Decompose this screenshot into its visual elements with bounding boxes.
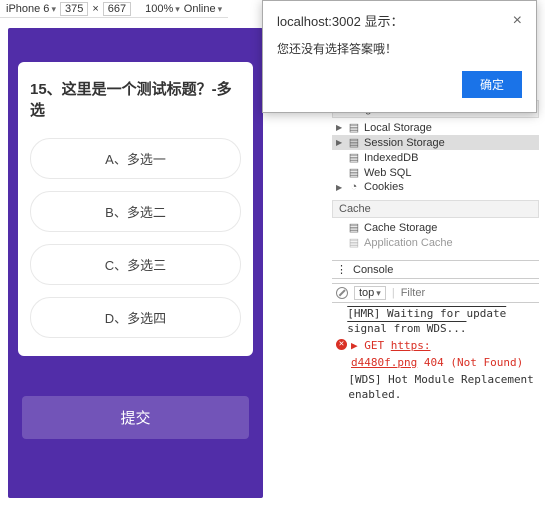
alert-message: 您还没有选择答案哦！ [263,34,536,71]
device-toolbar: iPhone 6 375 × 667 100% Online [0,0,228,18]
console-filter-bar: top | [332,283,539,303]
console-filter-input[interactable] [401,287,461,299]
database-icon: ▤ [348,236,360,249]
console-menu-icon[interactable]: ⋮ [336,263,347,276]
database-icon: ▤ [348,121,360,134]
cache-heading: Cache [332,200,539,218]
javascript-alert: localhost:3002 显示： × 您还没有选择答案哦！ 确定 [262,0,537,113]
option-a[interactable]: A、多选一 [30,138,241,179]
console-error-row: d4480f.png 404 (Not Found) [334,354,537,371]
tree-item-indexeddb[interactable]: ▤IndexedDB [332,150,539,165]
console-toolbar: ⋮ Console [332,260,539,279]
console-output: [HMR] Waiting for update signal from WDS… [332,303,539,405]
question-card: 15、这里是一个测试标题？-多选 A、多选一 B、多选二 C、多选三 D、多选四 [18,62,253,356]
database-icon: ▤ [348,221,360,234]
console-tab[interactable]: Console [353,264,393,276]
question-title: 15、这里是一个测试标题？-多选 [30,78,241,120]
console-log-row: [HMR] Waiting for update signal from WDS… [334,305,537,337]
devtools-panel: Storage ▶▤Local Storage ▶▤Session Storag… [332,100,539,499]
console-log-row: [WDS] Hot Module Replacement enabled. [334,371,537,403]
alert-ok-button[interactable]: 确定 [462,71,522,98]
database-icon: ▤ [348,166,360,179]
tree-item-cache-storage[interactable]: ▤Cache Storage [332,220,539,235]
option-c[interactable]: C、多选三 [30,244,241,285]
error-icon: ✕ [336,339,347,350]
dim-separator: × [92,3,98,15]
tree-item-local-storage[interactable]: ▶▤Local Storage [332,120,539,135]
cookie-icon: ◔ [348,181,360,193]
database-icon: ▤ [348,136,360,149]
tree-item-app-cache[interactable]: ▤Application Cache [332,235,539,250]
width-input[interactable]: 375 [60,2,88,16]
clear-console-icon[interactable] [336,287,348,299]
console-scope[interactable]: top [354,286,386,300]
zoom-select[interactable]: 100% [145,3,180,15]
option-d[interactable]: D、多选四 [30,297,241,338]
mobile-preview: 15、这里是一个测试标题？-多选 A、多选一 B、多选二 C、多选三 D、多选四… [8,28,263,498]
network-select[interactable]: Online [184,3,222,15]
tree-item-session-storage[interactable]: ▶▤Session Storage [332,135,539,150]
alert-title: localhost:3002 显示： [277,11,403,30]
submit-button[interactable]: 提交 [22,396,249,439]
tree-item-websql[interactable]: ▤Web SQL [332,165,539,180]
close-icon[interactable]: × [513,12,522,30]
console-error-row: ✕ ▶ GET https: [334,337,537,354]
cache-tree: ▤Cache Storage ▤Application Cache [332,218,539,256]
database-icon: ▤ [348,151,360,164]
device-select[interactable]: iPhone 6 [6,3,56,15]
option-b[interactable]: B、多选二 [30,191,241,232]
storage-tree: ▶▤Local Storage ▶▤Session Storage ▤Index… [332,118,539,200]
height-input[interactable]: 667 [103,2,131,16]
tree-item-cookies[interactable]: ▶◔Cookies [332,180,539,194]
